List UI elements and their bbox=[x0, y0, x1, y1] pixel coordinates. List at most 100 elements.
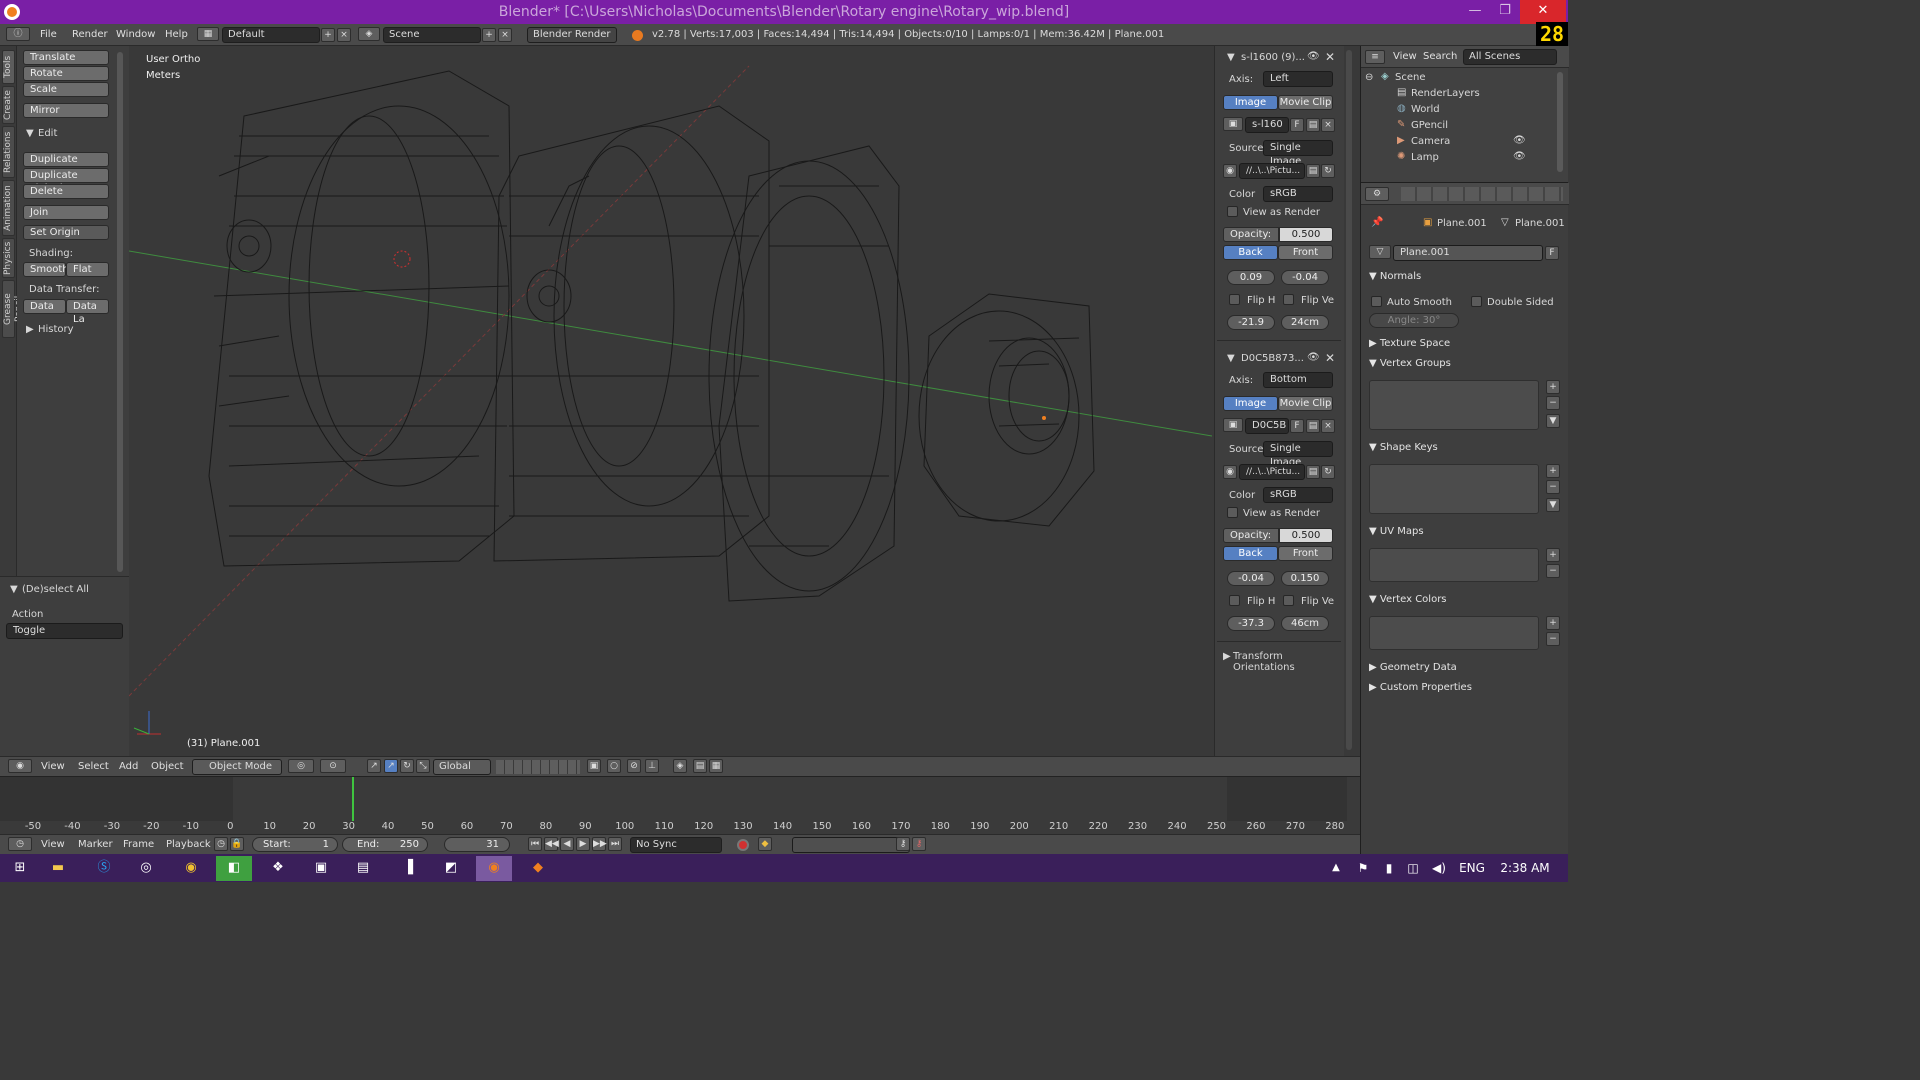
vertex-group-menu-icon[interactable]: ▼ bbox=[1546, 414, 1560, 428]
steam-icon[interactable]: ◎ bbox=[128, 856, 164, 881]
current-frame-cursor[interactable] bbox=[351, 777, 354, 821]
bg1-remove-icon[interactable]: ✕ bbox=[1325, 50, 1335, 64]
3d-viewport[interactable]: User Ortho Meters (31) Plane.001 bbox=[129, 46, 1212, 756]
opengl-render-icon[interactable]: ▤ bbox=[693, 759, 707, 773]
tab-grease-pencil[interactable]: Grease Pencil bbox=[2, 280, 24, 338]
interaction-mode-selector[interactable]: Object Mode bbox=[192, 759, 282, 775]
vertex-groups-list[interactable] bbox=[1369, 380, 1539, 430]
bg1-unlink-icon[interactable]: × bbox=[1321, 118, 1335, 132]
operator-arrow-icon[interactable]: ▼ bbox=[10, 584, 18, 595]
app-icon-4[interactable]: ◩ bbox=[433, 856, 469, 881]
bg1-filebrowse-icon[interactable]: ▤ bbox=[1306, 164, 1320, 178]
bg1-axis-selector[interactable]: Left bbox=[1263, 71, 1333, 87]
bg2-reload-icon[interactable]: ↻ bbox=[1321, 465, 1335, 479]
join-button[interactable]: Join bbox=[23, 205, 109, 220]
timeline-view-menu[interactable]: View bbox=[41, 839, 65, 850]
timeline-marker-menu[interactable]: Marker bbox=[78, 839, 113, 850]
lamp-item[interactable]: Lamp bbox=[1411, 152, 1439, 163]
tab-tools[interactable]: Tools bbox=[2, 50, 15, 84]
texture-space-panel-header[interactable]: ▶ Texture Space bbox=[1369, 338, 1450, 349]
bg2-open-folder-icon[interactable]: ▤ bbox=[1306, 419, 1320, 433]
timeline-frame-menu[interactable]: Frame bbox=[123, 839, 154, 850]
bg2-collapse-arrow-icon[interactable]: ▼ bbox=[1227, 353, 1235, 364]
shape-key-remove-icon[interactable]: − bbox=[1546, 480, 1560, 494]
angle-field[interactable]: Angle: 30° bbox=[1369, 313, 1459, 328]
proportional-edit-icon[interactable]: ○ bbox=[607, 759, 621, 773]
3d-add-menu[interactable]: Add bbox=[119, 761, 138, 772]
start-button-icon[interactable]: ⊞ bbox=[2, 856, 38, 881]
minimize-button[interactable]: — bbox=[1460, 0, 1490, 24]
uv-maps-panel-header[interactable]: ▼ UV Maps bbox=[1369, 526, 1424, 537]
bg1-flip-v-checkbox[interactable] bbox=[1283, 294, 1294, 305]
edit-panel-arrow-icon[interactable]: ▼ bbox=[26, 128, 34, 139]
mesh-browse-icon[interactable]: ▽ bbox=[1369, 245, 1391, 259]
bg1-view-as-render-checkbox[interactable] bbox=[1227, 206, 1238, 217]
bg2-color-selector[interactable]: sRGB bbox=[1263, 487, 1333, 503]
set-origin-button[interactable]: Set Origin bbox=[23, 225, 109, 240]
shape-key-add-icon[interactable]: + bbox=[1546, 464, 1560, 478]
lock-icon[interactable]: ▣ bbox=[587, 759, 601, 773]
notification-icon[interactable]: ⚑ bbox=[1352, 856, 1374, 881]
bg2-back-button[interactable]: Back bbox=[1223, 546, 1278, 561]
start-frame-field[interactable]: Start: 1 bbox=[252, 837, 338, 852]
jump-start-icon[interactable]: ⏮ bbox=[528, 837, 542, 851]
menu-help[interactable]: Help bbox=[165, 29, 188, 40]
timeline[interactable]: -50 -40 -30 -20 -10 0 10 20 30 40 50 60 70 80 90 100 110… bbox=[0, 776, 1360, 834]
lock-time-icon[interactable]: 🔒 bbox=[230, 837, 244, 851]
play-reverse-icon[interactable]: ◀ bbox=[560, 837, 574, 851]
geometry-data-panel-header[interactable]: ▶ Geometry Data bbox=[1369, 662, 1457, 673]
bg1-source-selector[interactable]: Single Image bbox=[1263, 140, 1333, 167]
vertex-colors-panel-header[interactable]: ▼ Vertex Colors bbox=[1369, 594, 1447, 605]
bg2-opacity-label[interactable]: Opacity: bbox=[1223, 528, 1279, 543]
bg2-flip-v-checkbox[interactable] bbox=[1283, 595, 1294, 606]
bg2-front-button[interactable]: Front bbox=[1278, 546, 1333, 561]
timeline-playback-menu[interactable]: Playback bbox=[166, 839, 211, 850]
bg1-front-button[interactable]: Front bbox=[1278, 245, 1333, 260]
tab-animation[interactable]: Animation bbox=[2, 180, 15, 236]
next-keyframe-icon[interactable]: ▶▶ bbox=[592, 837, 607, 851]
translate-manipulator-icon[interactable]: ↗ bbox=[384, 759, 398, 773]
bg2-y-offset[interactable]: 0.150 bbox=[1281, 571, 1329, 586]
auto-smooth-checkbox[interactable] bbox=[1371, 296, 1382, 307]
vertex-group-add-icon[interactable]: + bbox=[1546, 380, 1560, 394]
vertex-colors-list[interactable] bbox=[1369, 616, 1539, 650]
battery-icon[interactable]: ▮ bbox=[1378, 856, 1400, 881]
add-scene-icon[interactable]: + bbox=[482, 28, 496, 42]
bg1-filepath[interactable]: //..\..\Pictu... bbox=[1239, 163, 1305, 179]
tab-relations[interactable]: Relations bbox=[2, 126, 15, 178]
3d-select-menu[interactable]: Select bbox=[78, 761, 109, 772]
end-frame-field[interactable]: End: 250 bbox=[342, 837, 428, 852]
shape-key-menu-icon[interactable]: ▼ bbox=[1546, 498, 1560, 512]
preview-range-icon[interactable]: ◷ bbox=[214, 837, 228, 851]
bg2-view-as-render-checkbox[interactable] bbox=[1227, 507, 1238, 518]
bg2-size[interactable]: 46cm bbox=[1281, 616, 1329, 631]
layout-selector[interactable]: Default bbox=[222, 27, 320, 43]
file-explorer-icon[interactable]: ▬ bbox=[40, 856, 76, 881]
tab-create[interactable]: Create bbox=[2, 86, 15, 124]
auto-keying-record-icon[interactable] bbox=[737, 839, 749, 851]
bg2-rotation[interactable]: -37.3 bbox=[1227, 616, 1275, 631]
render-icon[interactable]: ◈ bbox=[673, 759, 687, 773]
outliner-expand-icon[interactable]: ⊖ bbox=[1365, 72, 1373, 83]
smooth-button[interactable]: Smooth bbox=[23, 262, 69, 277]
bg2-unlink-icon[interactable]: × bbox=[1321, 419, 1335, 433]
bg1-size[interactable]: 24cm bbox=[1281, 315, 1329, 330]
keying-set-field[interactable] bbox=[792, 837, 910, 853]
double-sided-checkbox[interactable] bbox=[1471, 296, 1482, 307]
uv-map-add-icon[interactable]: + bbox=[1546, 548, 1560, 562]
bg1-back-button[interactable]: Back bbox=[1223, 245, 1278, 260]
bg1-rotation[interactable]: -21.9 bbox=[1227, 315, 1275, 330]
data-layers-button[interactable]: Data La bbox=[66, 299, 109, 325]
keying-set-icon[interactable]: ◆ bbox=[758, 837, 772, 851]
prev-keyframe-icon[interactable]: ◀◀ bbox=[544, 837, 559, 851]
rotate-button[interactable]: Rotate bbox=[23, 66, 109, 81]
snap-icon[interactable]: ⊘ bbox=[627, 759, 641, 773]
layers-grid[interactable] bbox=[496, 760, 580, 774]
vertex-group-remove-icon[interactable]: − bbox=[1546, 396, 1560, 410]
current-frame-field[interactable]: 31 bbox=[444, 837, 510, 852]
add-layout-icon[interactable]: + bbox=[321, 28, 335, 42]
network-icon[interactable]: ◫ bbox=[1402, 856, 1424, 881]
insert-keyframe-icon[interactable]: ⚷ bbox=[896, 837, 910, 851]
bg1-color-selector[interactable]: sRGB bbox=[1263, 186, 1333, 202]
bg1-visibility-icon[interactable]: 👁 bbox=[1307, 51, 1320, 62]
